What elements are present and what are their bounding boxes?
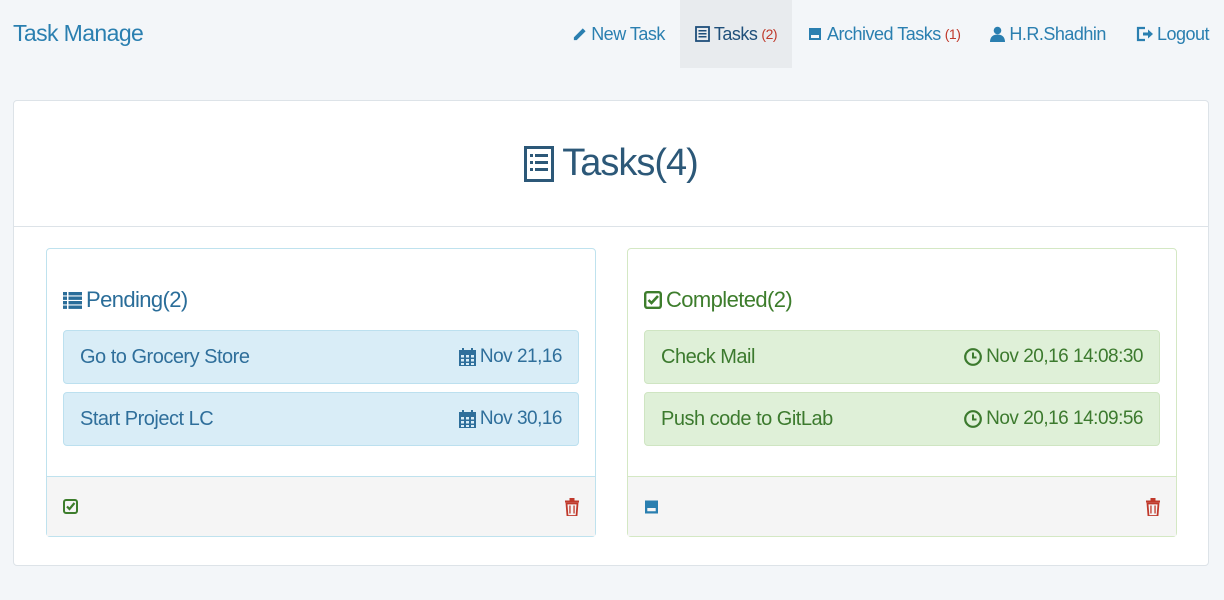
list-alt-icon — [694, 26, 710, 42]
brand-link[interactable]: Task Manage — [13, 20, 144, 47]
delete-completed-button[interactable] — [1146, 497, 1160, 516]
nav-user-label: H.R.Shadhin — [1009, 23, 1106, 44]
pending-tasks-card: Pending(2) Go to Grocery Store Nov 21,16… — [46, 248, 596, 537]
top-navbar: Task Manage New Task Tasks (2) Archived … — [0, 0, 1224, 68]
tasks-panel-header: Tasks(4) — [14, 101, 1208, 227]
calendar-icon — [458, 410, 476, 428]
nav-new-task-label: New Task — [591, 23, 665, 44]
pending-task-list: Go to Grocery Store Nov 21,16 Start Proj… — [63, 330, 579, 454]
list-icon — [63, 291, 82, 309]
task-name: Go to Grocery Store — [80, 345, 250, 368]
task-name: Push code to GitLab — [661, 407, 833, 430]
pending-title: Pending(2) — [63, 287, 188, 313]
logout-icon — [1136, 26, 1153, 42]
list-alt-icon — [524, 145, 555, 182]
tasks-count-badge: (2) — [761, 26, 778, 42]
nav-archived-tasks[interactable]: Archived Tasks (1) — [792, 0, 975, 68]
trash-icon — [565, 497, 579, 516]
completed-task-item[interactable]: Check Mail Nov 20,16 14:08:30 — [644, 330, 1160, 384]
nav-tasks[interactable]: Tasks (2) — [679, 0, 793, 68]
nav-logout-label: Logout — [1156, 23, 1210, 44]
clock-icon — [964, 410, 983, 428]
task-name: Start Project LC — [80, 407, 214, 430]
task-due-date: Nov 30,16 — [458, 408, 563, 430]
pending-task-item[interactable]: Go to Grocery Store Nov 21,16 — [63, 330, 579, 384]
nav-logout[interactable]: Logout — [1121, 0, 1224, 68]
completed-tasks-card: Completed(2) Check Mail Nov 20,16 14:08:… — [627, 248, 1177, 537]
completed-task-list: Check Mail Nov 20,16 14:08:30 Push code … — [644, 330, 1160, 454]
nav-archived-label: Archived Tasks — [827, 23, 941, 44]
task-completed-time: Nov 20,16 14:08:30 — [964, 346, 1143, 368]
task-date-text: Nov 30,16 — [479, 408, 563, 429]
nav-new-task[interactable]: New Task — [557, 0, 680, 68]
completed-card-footer — [628, 476, 1176, 536]
archive-button[interactable] — [644, 499, 659, 515]
tasks-panel: Tasks(4) Pending(2) Go to Grocery Store … — [13, 100, 1209, 566]
nav-menu: New Task Tasks (2) Archived Tasks (1) H.… — [557, 0, 1224, 68]
nav-tasks-label: Tasks — [713, 23, 758, 44]
pending-task-item[interactable]: Start Project LC Nov 30,16 — [63, 392, 579, 446]
pending-title-text: Pending(2) — [86, 287, 188, 312]
calendar-icon — [458, 348, 476, 366]
mark-complete-button[interactable] — [63, 499, 78, 514]
page-title-text: Tasks(4) — [562, 142, 699, 184]
task-time-text: Nov 20,16 14:08:30 — [986, 346, 1143, 367]
delete-pending-button[interactable] — [565, 497, 579, 516]
page-title: Tasks(4) — [524, 142, 699, 185]
trash-icon — [1146, 497, 1160, 516]
clock-icon — [964, 348, 983, 366]
completed-task-item[interactable]: Push code to GitLab Nov 20,16 14:09:56 — [644, 392, 1160, 446]
inbox-icon — [645, 500, 658, 513]
task-completed-time: Nov 20,16 14:09:56 — [964, 408, 1143, 430]
user-icon — [990, 26, 1006, 42]
archived-count-badge: (1) — [944, 26, 961, 42]
task-date-text: Nov 21,16 — [479, 346, 563, 367]
task-due-date: Nov 21,16 — [458, 346, 563, 368]
inbox-icon — [807, 26, 823, 42]
completed-title-text: Completed(2) — [666, 287, 793, 312]
check-square-icon — [63, 499, 78, 514]
task-time-text: Nov 20,16 14:09:56 — [986, 408, 1143, 429]
task-name: Check Mail — [661, 345, 755, 368]
check-square-icon — [644, 291, 662, 309]
pencil-icon — [572, 27, 587, 42]
pending-card-footer — [47, 476, 595, 536]
completed-title: Completed(2) — [644, 287, 793, 313]
nav-user[interactable]: H.R.Shadhin — [975, 0, 1121, 68]
